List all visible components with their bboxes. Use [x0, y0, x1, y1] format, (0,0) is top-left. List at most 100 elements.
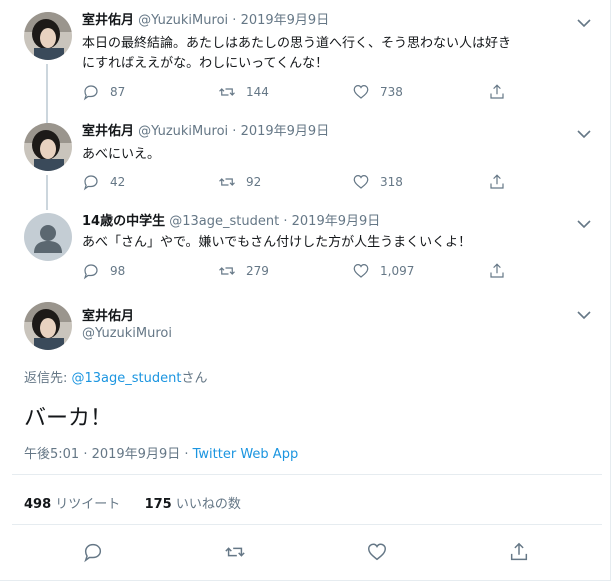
tweet-header: 14歳の中学生 @13age_student · 2019年9月9日 — [82, 213, 380, 231]
retweet-icon — [225, 547, 245, 557]
retweet-total: 498 — [24, 497, 52, 512]
tweet-actions: 98 279 1,097 — [82, 261, 522, 281]
retweet-button[interactable]: 279 — [218, 261, 269, 281]
avatar[interactable] — [24, 213, 72, 261]
reply-button[interactable]: 98 — [82, 261, 125, 281]
retweet-icon — [219, 88, 235, 96]
display-name[interactable]: 室井佑月 — [82, 13, 134, 28]
avatar[interactable] — [24, 123, 72, 171]
like-count: 1,097 — [380, 264, 415, 278]
tweet-thread: 室井佑月 @YuzukiMuroi · 2019年9月9日 本日の最終結論。あた… — [0, 0, 611, 581]
reply-icon — [83, 264, 98, 280]
heart-icon — [353, 264, 369, 278]
thread-line — [46, 175, 48, 210]
retweet-icon — [219, 178, 235, 186]
tweet-text-line: あべにいえ。 — [82, 147, 161, 162]
retweet-count: 92 — [246, 175, 262, 189]
default-avatar-icon — [24, 213, 72, 261]
profile-photo-icon — [24, 123, 72, 171]
tweet-text-line: あべ「さん」やで。嫌いでもさん付けした方が人生うまくいくよ！ — [82, 235, 472, 250]
retweet-button[interactable] — [224, 541, 246, 563]
retweet-button[interactable]: 92 — [218, 172, 261, 192]
tweet-date[interactable]: 2019年9月9日 — [241, 124, 330, 139]
tweet-actions — [0, 541, 611, 563]
retweet-count: 144 — [246, 85, 269, 99]
tweet-date[interactable]: 2019年9月9日 — [292, 214, 381, 229]
heart-icon — [353, 175, 369, 189]
tweet-actions: 42 92 318 — [82, 172, 522, 192]
tweet-text-line: にすればええがな。わしにいってくんな！ — [82, 56, 329, 71]
retweet-stat[interactable]: 498 リツイート — [24, 497, 120, 512]
reply-count: 87 — [110, 85, 126, 99]
divider — [12, 474, 602, 475]
retweet-count: 279 — [246, 264, 269, 278]
divider — [12, 524, 602, 525]
like-label: いいねの数 — [171, 497, 241, 512]
main-tweet: 室井佑月 @YuzukiMuroi 返信先: @13age_studentさん … — [0, 300, 611, 570]
retweet-icon — [219, 267, 235, 275]
profile-photo-icon — [24, 12, 72, 60]
display-name[interactable]: 室井佑月 — [82, 124, 134, 139]
user-handle[interactable]: @YuzukiMuroi — [138, 124, 228, 139]
like-count: 318 — [380, 175, 403, 189]
source-app-link[interactable]: Twitter Web App — [193, 447, 299, 462]
heart-icon — [353, 85, 369, 99]
reply-icon — [83, 175, 98, 191]
tweet-actions: 87 144 738 — [82, 82, 522, 102]
like-button[interactable]: 318 — [352, 172, 403, 192]
reply-button[interactable]: 87 — [82, 82, 125, 102]
avatar[interactable] — [24, 12, 72, 60]
thread-line — [46, 64, 48, 124]
share-button[interactable] — [488, 82, 506, 102]
tweet-header: 室井佑月 @YuzukiMuroi · 2019年9月9日 — [82, 123, 329, 141]
chevron-down-icon[interactable] — [576, 125, 592, 139]
share-icon — [510, 542, 528, 561]
chevron-down-icon[interactable] — [576, 306, 592, 320]
user-handle[interactable]: @YuzukiMuroi — [82, 326, 172, 341]
chevron-down-icon[interactable] — [576, 215, 592, 229]
tweet-text: あべ「さん」やで。嫌いでもさん付けした方が人生うまくいくよ！ — [82, 233, 582, 253]
share-button[interactable] — [488, 172, 506, 192]
chevron-down-icon[interactable] — [576, 14, 592, 28]
tweet-stats: 498 リツイート 175 いいねの数 — [24, 493, 241, 512]
reply-prefix: 返信先: — [24, 371, 72, 386]
like-button[interactable]: 1,097 — [352, 261, 414, 281]
share-icon — [490, 84, 504, 99]
tweet-date[interactable]: 2019年9月9日 — [241, 13, 330, 28]
like-button[interactable] — [366, 541, 388, 563]
share-icon — [490, 263, 504, 278]
separator: · — [283, 214, 288, 229]
reply-count: 98 — [110, 264, 126, 278]
user-handle[interactable]: @YuzukiMuroi — [138, 13, 228, 28]
tweet-time[interactable]: 午後5:01 · 2019年9月9日 · — [24, 447, 193, 462]
retweet-label: リツイート — [51, 497, 121, 512]
share-button[interactable] — [508, 541, 530, 563]
like-button[interactable]: 738 — [352, 82, 403, 102]
separator: · — [232, 13, 237, 28]
tweet-header: 室井佑月 @YuzukiMuroi · 2019年9月9日 — [82, 12, 329, 30]
reply-icon — [83, 85, 98, 101]
tweet-text-line: 本日の最終結論。あたしはあたしの思う道へ行く、そう思わない人は好き — [82, 36, 512, 51]
reply-button[interactable] — [82, 541, 104, 563]
reply-mention-link[interactable]: @13age_student — [72, 371, 182, 386]
retweet-button[interactable]: 144 — [218, 82, 269, 102]
separator: · — [232, 124, 237, 139]
display-name[interactable]: 室井佑月 — [82, 305, 134, 324]
display-name[interactable]: 14歳の中学生 — [82, 214, 165, 229]
user-handle[interactable]: @13age_student — [169, 214, 279, 229]
reply-icon — [84, 543, 102, 563]
like-count: 738 — [380, 85, 403, 99]
avatar[interactable] — [24, 302, 72, 350]
reply-count: 42 — [110, 175, 126, 189]
like-stat[interactable]: 175 いいねの数 — [145, 497, 241, 512]
share-icon — [490, 174, 504, 189]
reply-suffix: さん — [181, 371, 208, 386]
tweet-text: あべにいえ。 — [82, 145, 582, 165]
share-button[interactable] — [488, 261, 506, 281]
tweet-text: 本日の最終結論。あたしはあたしの思う道へ行く、そう思わない人は好き にすればええ… — [82, 34, 582, 74]
profile-photo-icon — [24, 302, 72, 350]
reply-button[interactable]: 42 — [82, 172, 125, 192]
tweet-meta: 午後5:01 · 2019年9月9日 · Twitter Web App — [24, 443, 298, 462]
tweet-text: バーカ！ — [24, 406, 113, 431]
like-total: 175 — [144, 497, 172, 512]
